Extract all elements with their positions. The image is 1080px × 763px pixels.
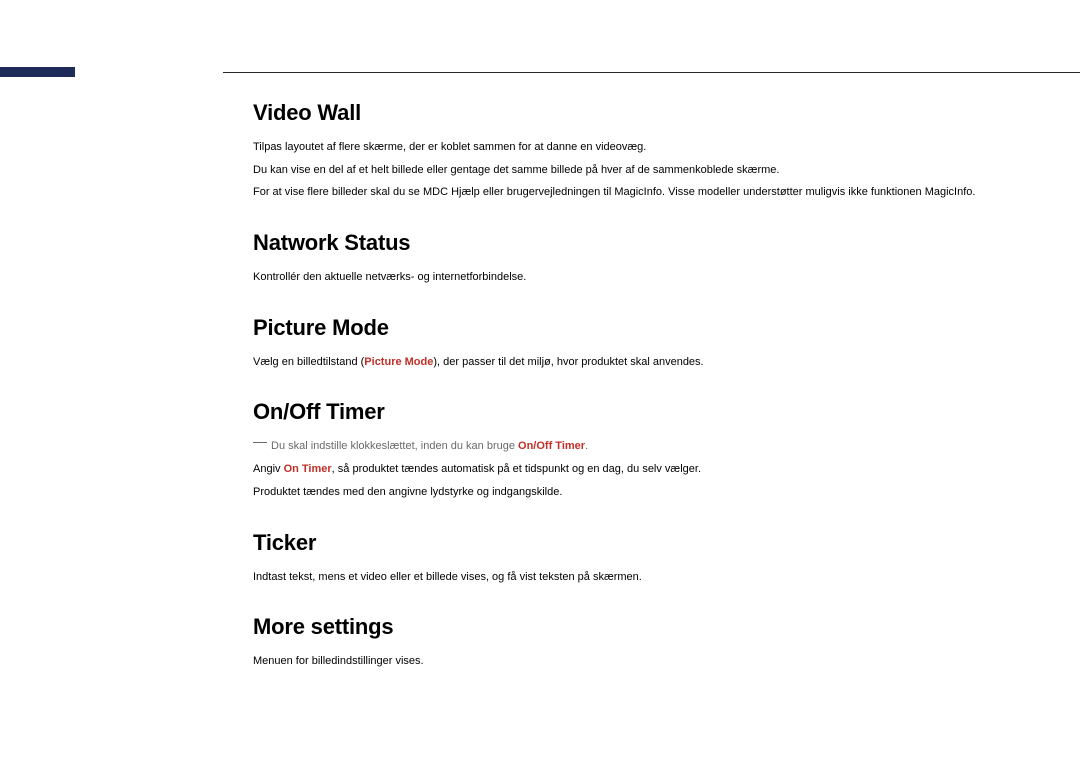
- dash-icon: [253, 442, 267, 443]
- content-area: Video Wall Tilpas layoutet af flere skær…: [253, 100, 1013, 699]
- para: Angiv On Timer, så produktet tændes auto…: [253, 460, 1013, 479]
- accent-on-timer: On Timer: [284, 463, 332, 475]
- heading-network-status: Natwork Status: [253, 230, 1013, 256]
- document-page: Video Wall Tilpas layoutet af flere skær…: [0, 0, 1080, 763]
- text: Vælg en billedtilstand (: [253, 356, 364, 368]
- section-network-status: Natwork Status Kontrollér den aktuelle n…: [253, 230, 1013, 287]
- accent-bar: [0, 67, 75, 77]
- heading-picture-mode: Picture Mode: [253, 315, 1013, 341]
- section-video-wall: Video Wall Tilpas layoutet af flere skær…: [253, 100, 1013, 202]
- text: , så produktet tændes automatisk på et t…: [332, 463, 701, 475]
- para: Vælg en billedtilstand (Picture Mode), d…: [253, 353, 1013, 372]
- heading-ticker: Ticker: [253, 530, 1013, 556]
- rule-gap: [75, 67, 223, 77]
- text: Du skal indstille klokkeslættet, inden d…: [271, 440, 518, 452]
- heading-more-settings: More settings: [253, 614, 1013, 640]
- text: ), der passer til det miljø, hvor produk…: [433, 356, 703, 368]
- section-more-settings: More settings Menuen for billedindstilli…: [253, 614, 1013, 671]
- heading-on-off-timer: On/Off Timer: [253, 399, 1013, 425]
- note: Du skal indstille klokkeslættet, inden d…: [253, 437, 1013, 456]
- para: Du kan vise en del af et helt billede el…: [253, 161, 1013, 180]
- para: For at vise flere billeder skal du se MD…: [253, 183, 1013, 202]
- text: .: [585, 440, 588, 452]
- section-picture-mode: Picture Mode Vælg en billedtilstand (Pic…: [253, 315, 1013, 372]
- section-on-off-timer: On/Off Timer Du skal indstille klokkeslæ…: [253, 399, 1013, 501]
- para: Tilpas layoutet af flere skærme, der er …: [253, 138, 1013, 157]
- para: Indtast tekst, mens et video eller et bi…: [253, 568, 1013, 587]
- para: Kontrollér den aktuelle netværks- og int…: [253, 268, 1013, 287]
- para: Menuen for billedindstillinger vises.: [253, 652, 1013, 671]
- para: Produktet tændes med den angivne lydstyr…: [253, 483, 1013, 502]
- heading-video-wall: Video Wall: [253, 100, 1013, 126]
- accent-picture-mode: Picture Mode: [364, 356, 433, 368]
- accent-on-off-timer: On/Off Timer: [518, 440, 585, 452]
- text: Angiv: [253, 463, 284, 475]
- section-ticker: Ticker Indtast tekst, mens et video elle…: [253, 530, 1013, 587]
